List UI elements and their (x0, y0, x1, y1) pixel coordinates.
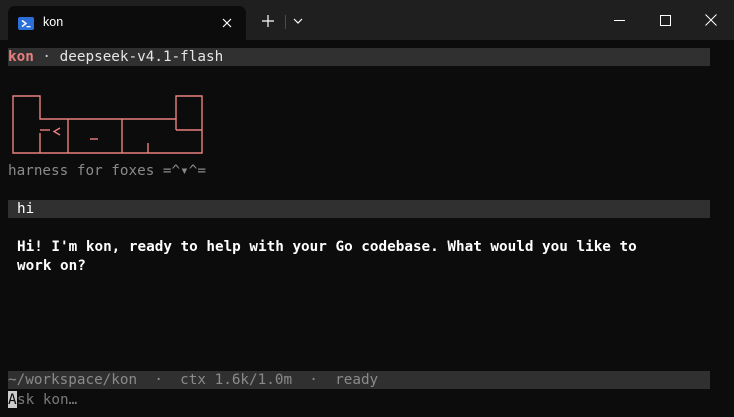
header-bar: kon · deepseek-v4.1-flash (8, 48, 710, 66)
maximize-button[interactable] (642, 0, 688, 40)
maximize-icon (659, 14, 671, 26)
plus-icon (262, 15, 274, 27)
status-state: ready (335, 372, 379, 388)
tab-close-icon[interactable] (220, 16, 234, 30)
app-name: kon (8, 49, 34, 65)
model-name: deepseek-v4.1-flash (59, 49, 224, 65)
title-bar: kon (0, 0, 734, 40)
prompt-input[interactable]: Ask kon… (8, 391, 77, 409)
prompt-placeholder: sk kon… (17, 392, 78, 408)
tab-title: kon (43, 15, 64, 29)
tab-dropdown-button[interactable] (290, 13, 306, 29)
close-icon (705, 14, 717, 26)
status-separator: · (137, 372, 181, 388)
minimize-button[interactable] (596, 0, 642, 40)
kon-ascii-logo (12, 95, 203, 154)
status-separator: · (292, 372, 336, 388)
tab-kon[interactable]: kon (8, 6, 246, 40)
user-message-bar: hi (8, 200, 710, 218)
minimize-icon (613, 19, 625, 21)
text-cursor: A (8, 391, 17, 408)
header-separator: · (33, 49, 60, 65)
user-message: hi (17, 201, 35, 217)
assistant-message: Hi! I'm kon, ready to help with your Go … (17, 239, 637, 274)
status-cwd: ~/workspace/kon (8, 372, 138, 388)
divider (285, 15, 286, 29)
terminal-window: kon kon · deepseek-v4.1-flash harness fo… (0, 0, 734, 417)
chevron-down-icon (293, 18, 303, 24)
status-bar: ~/workspace/kon · ctx 1.6k/1.0m · ready (8, 371, 710, 389)
tagline: harness for foxes =^▾^= (8, 163, 206, 179)
status-context: ctx 1.6k/1.0m (180, 372, 293, 388)
window-close-button[interactable] (688, 0, 734, 40)
powershell-icon (18, 17, 34, 30)
new-tab-button[interactable] (259, 12, 277, 30)
